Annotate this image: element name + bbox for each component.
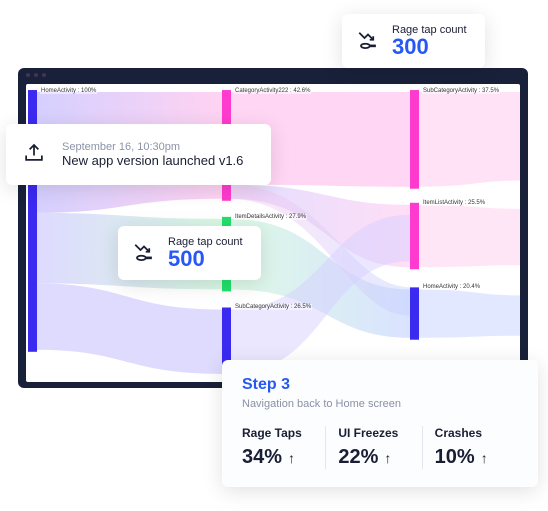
node-label: ItemListActivity : 25.5% [422, 200, 486, 206]
rage-value: 500 [168, 248, 243, 270]
metric-value: 22% [338, 446, 378, 469]
metric-ui-freezes: UI Freezes 22% ↑ [325, 426, 421, 469]
metric-label: Rage Taps [242, 426, 325, 440]
window-dot [42, 73, 46, 77]
node-label: SubCategoryActivity : 37.5% [422, 88, 500, 94]
window-titlebar [18, 68, 528, 84]
step-title: Step 3 [242, 376, 518, 394]
release-card[interactable]: September 16, 10:30pm New app version la… [6, 124, 271, 185]
step-metrics: Rage Taps 34% ↑ UI Freezes 22% ↑ Crashes 1… [242, 426, 518, 469]
step-card[interactable]: Step 3 Navigation back to Home screen Ra… [222, 360, 538, 487]
metric-rage-taps: Rage Taps 34% ↑ [242, 426, 325, 469]
metric-value: 10% [435, 446, 475, 469]
arrow-up-icon: ↑ [481, 450, 488, 466]
arrow-up-icon: ↑ [288, 450, 295, 466]
metric-label: Crashes [435, 426, 518, 440]
rage-value: 300 [392, 36, 467, 58]
window-dot [26, 73, 30, 77]
rage-tap-icon [354, 24, 382, 57]
node-label: SubCategoryActivity : 26.5% [234, 304, 312, 310]
rage-tap-card-top[interactable]: Rage tap count 300 [342, 14, 485, 68]
metric-label: UI Freezes [338, 426, 421, 440]
rage-tap-icon [130, 236, 158, 269]
metric-value: 34% [242, 446, 282, 469]
app-window: HomeActivity : 100% CategoryActivity222 … [18, 68, 528, 388]
node-label: CategoryActivity222 : 42.6% [234, 88, 311, 94]
upload-icon [20, 138, 48, 171]
arrow-up-icon: ↑ [384, 450, 391, 466]
rage-tap-card-mid[interactable]: Rage tap count 500 [118, 226, 261, 280]
release-message: New app version launched v1.6 [62, 153, 243, 168]
node-label: HomeActivity : 100% [40, 88, 97, 94]
step-subtitle: Navigation back to Home screen [242, 398, 518, 410]
metric-crashes: Crashes 10% ↑ [422, 426, 518, 469]
node-label: ItemDetailsActivity : 27.9% [234, 214, 307, 220]
node-label: HomeActivity : 20.4% [422, 284, 481, 290]
release-timestamp: September 16, 10:30pm [62, 141, 243, 153]
window-dot [34, 73, 38, 77]
